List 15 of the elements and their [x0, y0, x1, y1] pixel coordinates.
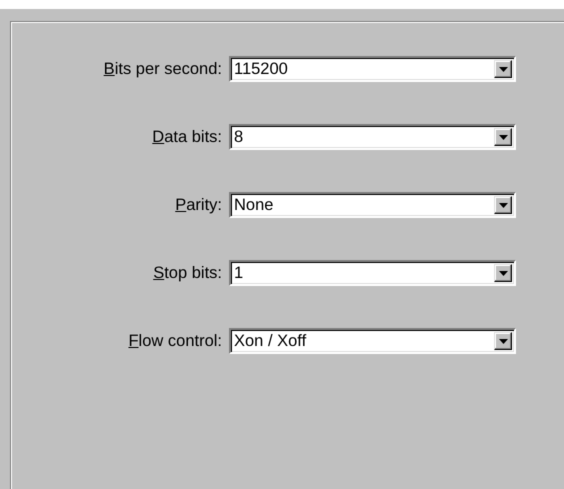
field-label: Stop bits:	[152, 264, 222, 282]
dropdown-arrow-icon	[498, 134, 508, 140]
dropdown-field[interactable]: 1	[229, 260, 516, 286]
dropdown-arrow-icon	[498, 270, 508, 276]
dropdown-field[interactable]: 8	[229, 124, 516, 150]
field-label: Parity:	[174, 196, 222, 214]
field-label: Data bits:	[151, 128, 222, 146]
dropdown-field[interactable]: 115200	[229, 56, 516, 82]
dropdown-field[interactable]: Xon / Xoff	[229, 328, 516, 354]
dropdown-arrow-icon	[498, 202, 508, 208]
dropdown-arrow-icon	[498, 66, 508, 72]
dropdown-field[interactable]: None	[229, 192, 516, 218]
dropdown-arrow-icon	[498, 338, 508, 344]
field-label: Flow control:	[127, 332, 222, 350]
field-label: Bits per second:	[102, 60, 222, 78]
